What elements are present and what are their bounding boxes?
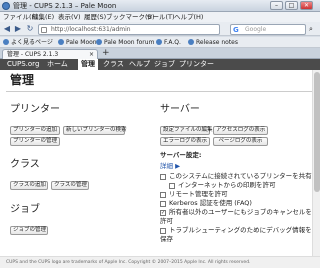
google-icon: G (233, 26, 239, 34)
pale-moon-icon (96, 39, 102, 45)
search-placeholder: Google (245, 26, 267, 33)
window-title: 管理 - CUPS 2.1.3 – Pale Moon (13, 2, 117, 10)
remote-admin-label: リモート管理を許可 (169, 190, 228, 198)
debug-log-label-cont: 保存 (160, 235, 173, 243)
bookmark-release-notes[interactable]: Release notes (188, 38, 238, 47)
close-window-button[interactable]: ✕ (300, 1, 313, 10)
manage-printers-button[interactable]: プリンターの管理 (10, 137, 60, 146)
bookmark-pale-moon-forum[interactable]: Pale Moon forum (96, 38, 154, 47)
pale-moon-icon (156, 39, 162, 45)
nav-admin[interactable]: 管理 (78, 59, 98, 70)
nav-help[interactable]: ヘルプ (126, 59, 153, 70)
tab-close-icon[interactable]: × (89, 50, 94, 59)
jobs-heading: ジョブ (10, 204, 40, 215)
pale-moon-app-icon (2, 2, 10, 10)
debug-log-checkbox[interactable] (160, 228, 166, 234)
advanced-link[interactable]: 詳細 ▶ (160, 162, 180, 171)
back-icon[interactable]: ◀ (2, 24, 12, 34)
bookmark-icon (3, 39, 9, 45)
page-footer: CUPS and the CUPS logo are trademarks of… (0, 256, 320, 268)
internet-printing-checkbox[interactable] (169, 183, 175, 189)
minimize-button[interactable]: – (270, 1, 283, 10)
server-settings-heading: サーバー設定: (160, 151, 202, 159)
search-input[interactable]: G Google (230, 24, 306, 35)
menu-history[interactable]: 履歴(S) (84, 12, 106, 22)
tab-label: 管理 - CUPS 2.1.3 (7, 51, 59, 58)
nav-classes[interactable]: クラス (100, 59, 127, 70)
internet-printing-label: インターネットからの印刷を許可 (178, 181, 276, 189)
remote-admin-checkbox[interactable] (160, 192, 166, 198)
menu-help[interactable]: ヘルプ(H) (174, 12, 203, 22)
cancel-any-job-checkbox[interactable]: ✓ (160, 210, 166, 216)
server-heading: サーバー (160, 104, 200, 115)
divider (6, 91, 314, 92)
address-bar[interactable]: http://localhost:631/admin (38, 24, 220, 35)
menu-view[interactable]: 表示(V) (58, 12, 81, 22)
kerberos-checkbox[interactable] (160, 201, 166, 207)
share-printers-label: このシステムに接続されているプリンターを共有 (169, 172, 312, 180)
pale-moon-icon (58, 39, 64, 45)
vertical-scrollbar[interactable] (312, 70, 320, 256)
menu-bar: ファイル(F) 編集(E) 表示(V) 履歴(S) ブックマーク(B) ツール(… (0, 12, 320, 22)
view-error-log-button[interactable]: エラーログの表示 (160, 137, 210, 146)
cancel-any-job-label: 所有者以外のユーザーにもジョブのキャンセルを (169, 208, 312, 216)
edit-config-button[interactable]: 設定ファイルの編集 (160, 126, 213, 135)
kerberos-label: Kerberos 認証を使用 (FAQ) (169, 199, 252, 207)
classes-heading: クラス (10, 159, 40, 170)
tab-strip: 管理 - CUPS 2.1.3 × + (0, 48, 320, 59)
pale-moon-icon (188, 39, 194, 45)
manage-classes-button[interactable]: クラスの管理 (51, 181, 89, 190)
nav-cups-org[interactable]: CUPS.org (4, 59, 42, 70)
maximize-button[interactable]: □ (285, 1, 298, 10)
reload-icon[interactable]: ↻ (25, 24, 35, 34)
view-page-log-button[interactable]: ページログの表示 (213, 137, 268, 146)
share-printers-checkbox[interactable] (160, 174, 166, 180)
find-new-printers-button[interactable]: 新しいプリンターの検索 (63, 126, 127, 135)
nav-printers[interactable]: プリンター (176, 59, 217, 70)
page-title: 管理 (10, 73, 35, 87)
search-go-icon[interactable]: ⌕ (309, 25, 313, 33)
scrollbar-thumb[interactable] (314, 72, 320, 192)
manage-jobs-button[interactable]: ジョブの管理 (10, 226, 48, 235)
add-class-button[interactable]: クラスの追加 (10, 181, 48, 190)
bookmark-pale-moon[interactable]: Pale Moon (58, 38, 97, 47)
bookmarks-toolbar: よく見るページ Pale Moon Pale Moon forum F.A.Q.… (0, 37, 320, 48)
printers-heading: プリンター (10, 104, 60, 115)
bookmark-faq[interactable]: F.A.Q. (156, 38, 181, 47)
cancel-any-job-label-cont: 許可 (160, 217, 173, 225)
url-text: http://localhost:631/admin (51, 26, 131, 33)
menu-edit[interactable]: 編集(E) (32, 12, 54, 22)
nav-home[interactable]: ホーム (44, 59, 71, 70)
view-access-log-button[interactable]: アクセスログの表示 (213, 126, 268, 135)
forward-icon[interactable]: ▶ (13, 24, 23, 34)
globe-icon (41, 27, 47, 33)
footer-text: CUPS and the CUPS logo are trademarks of… (6, 260, 251, 265)
tab-admin-cups[interactable]: 管理 - CUPS 2.1.3 × (2, 49, 98, 59)
bookmark-most-visited[interactable]: よく見るページ (3, 38, 53, 47)
menu-tools[interactable]: ツール(T) (146, 12, 175, 22)
add-printer-button[interactable]: プリンターの追加 (10, 126, 60, 135)
new-tab-button[interactable]: + (102, 48, 110, 58)
debug-log-label: トラブルシューティングのためにデバッグ情報を (169, 226, 312, 234)
nav-jobs[interactable]: ジョブ (151, 59, 178, 70)
cups-nav-bar: CUPS.org ホーム 管理 クラス ヘルプ ジョブ プリンター (0, 59, 320, 70)
page-content: CUPS.org ホーム 管理 クラス ヘルプ ジョブ プリンター 管理 プリン… (0, 59, 320, 268)
navigation-bar: ◀ ▶ ↻ http://localhost:631/admin G Googl… (0, 22, 320, 36)
title-bar: 管理 - CUPS 2.1.3 – Pale Moon – □ ✕ (0, 0, 320, 12)
